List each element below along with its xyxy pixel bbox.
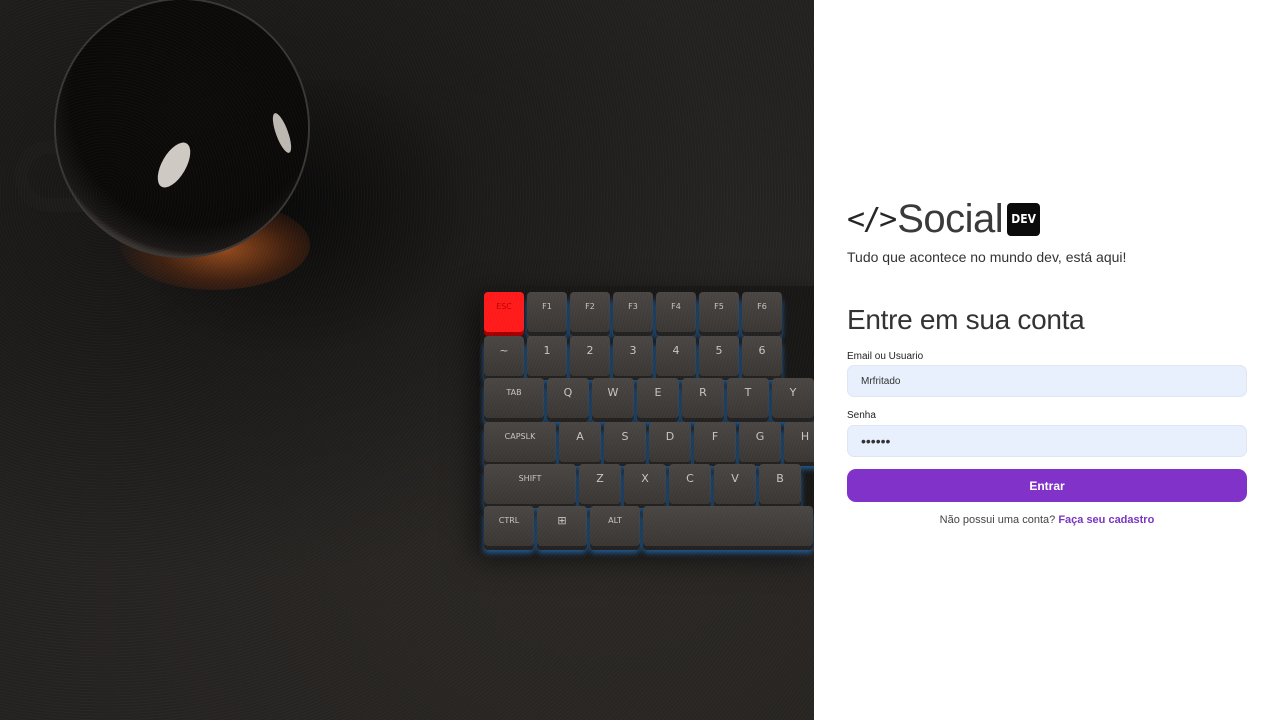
keyboard-key: B [759,464,801,504]
password-label: Senha [847,410,876,421]
keyboard-key: ESC [484,292,524,332]
keyboard-key: Q [547,378,589,418]
coffee-mug [56,0,308,256]
keyboard-key: ⊞ [537,506,587,546]
login-panel: </> Social DEV Tudo que acontece no mund… [814,0,1280,720]
signup-link[interactable]: Faça seu cadastro [1058,514,1154,526]
keyboard-key: 4 [656,336,696,376]
keyboard-key: F2 [570,292,610,332]
keyboard-key: X [624,464,666,504]
keyboard-key: CAPSLK [484,422,556,462]
keyboard-key: E [637,378,679,418]
keyboard-key: S [604,422,646,462]
brand-tagline: Tudo que acontece no mundo dev, está aqu… [847,249,1127,265]
keyboard-key: F [694,422,736,462]
keyboard-key: C [669,464,711,504]
keyboard-key: G [739,422,781,462]
brand-name: Social [897,196,1004,241]
keyboard-spacebar [643,506,813,546]
keyboard-key: T [727,378,769,418]
keyboard-key: F4 [656,292,696,332]
keyboard-key: 6 [742,336,782,376]
dev-badge: DEV [1007,202,1041,236]
keyboard-key: ~ [484,336,524,376]
login-title: Entre em sua conta [847,304,1085,335]
password-field[interactable]: •••••• [847,425,1247,457]
signup-prompt: Não possui uma conta? Faça seu cadastro [847,514,1247,526]
keyboard-key: W [592,378,634,418]
keyboard-key: CTRL [484,506,534,546]
code-brackets-icon: </> [847,201,897,237]
signup-prompt-text: Não possui uma conta? [939,514,1056,526]
keyboard-key: 3 [613,336,653,376]
keyboard: ESC F1 F2 F3 F4 F5 F6 ~ 1 2 3 4 5 6 TAB … [480,286,814,548]
keyboard-key: A [559,422,601,462]
keyboard-key: ALT [590,506,640,546]
keyboard-key: H [784,422,814,462]
keyboard-key: R [682,378,724,418]
keyboard-key: 5 [699,336,739,376]
keyboard-key: F1 [527,292,567,332]
keyboard-key: TAB [484,378,544,418]
keyboard-key: F5 [699,292,739,332]
background-photo: ESC F1 F2 F3 F4 F5 F6 ~ 1 2 3 4 5 6 TAB … [0,0,814,720]
keyboard-key: Y [772,378,814,418]
keyboard-key: F3 [613,292,653,332]
keyboard-key: D [649,422,691,462]
keyboard-key: F6 [742,292,782,332]
keyboard-key: Z [579,464,621,504]
keyboard-key: 2 [570,336,610,376]
keyboard-key: 1 [527,336,567,376]
keyboard-key: SHIFT [484,464,576,504]
brand-logo: </> Social DEV [847,196,1041,241]
email-label: Email ou Usuario [847,351,924,362]
login-button[interactable]: Entrar [847,469,1247,502]
keyboard-key: V [714,464,756,504]
email-field[interactable]: Mrfritado [847,365,1247,397]
